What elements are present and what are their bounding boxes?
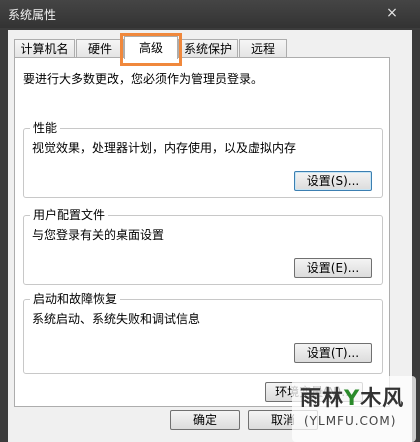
advanced-panel: 要进行大多数更改，您必须作为管理员登录。 性能 视觉效果，处理器计划，内存使用，…: [14, 57, 390, 407]
ok-button[interactable]: 确定: [170, 410, 240, 430]
user-profiles-title: 用户配置文件: [30, 208, 109, 222]
watermark-url: (YLMFU.COM): [304, 414, 397, 428]
performance-desc: 视觉效果，处理器计划，内存使用，以及虚拟内存: [32, 141, 297, 155]
performance-group: 性能 视觉效果，处理器计划，内存使用，以及虚拟内存 设置(S)...: [23, 121, 383, 198]
performance-title: 性能: [30, 121, 61, 135]
title-bar[interactable]: 系统属性 ×: [0, 0, 420, 28]
tab-remote[interactable]: 远程: [239, 39, 287, 58]
performance-settings-button[interactable]: 设置(S)...: [294, 171, 372, 191]
startup-recovery-title: 启动和故障恢复: [30, 292, 121, 306]
tab-advanced[interactable]: 高级: [124, 36, 178, 59]
close-icon[interactable]: ×: [384, 5, 400, 21]
admin-notice: 要进行大多数更改，您必须作为管理员登录。: [23, 72, 264, 86]
startup-recovery-desc: 系统启动、系统失败和调试信息: [32, 312, 201, 326]
watermark-logo: 雨林Y木风 (YLMFU.COM): [292, 376, 416, 442]
tab-hardware[interactable]: 硬件: [76, 39, 124, 58]
user-profiles-desc: 与您登录有关的桌面设置: [32, 228, 165, 242]
user-profiles-group: 用户配置文件 与您登录有关的桌面设置 设置(E)...: [23, 208, 383, 285]
tab-system-protection[interactable]: 系统保护: [178, 39, 238, 58]
window-title: 系统属性: [8, 8, 57, 22]
startup-recovery-settings-button[interactable]: 设置(T)...: [294, 343, 372, 363]
startup-recovery-group: 启动和故障恢复 系统启动、系统失败和调试信息 设置(T)...: [23, 292, 383, 374]
tab-computer-name[interactable]: 计算机名: [14, 39, 75, 58]
user-profiles-settings-button[interactable]: 设置(E)...: [294, 258, 372, 278]
watermark-text: 雨林Y木风: [300, 386, 405, 410]
